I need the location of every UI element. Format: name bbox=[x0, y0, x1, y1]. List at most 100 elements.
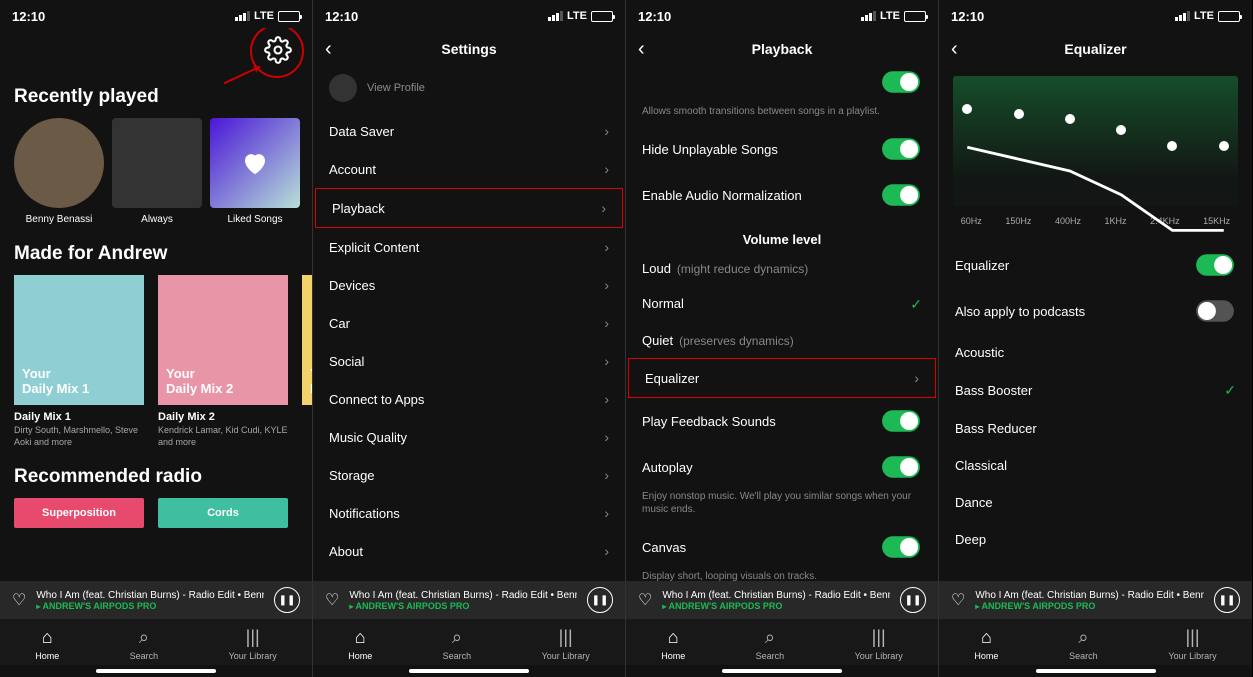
volume-quiet[interactable]: Quiet(preserves dynamics) bbox=[626, 323, 938, 358]
settings-item-connect-to-apps[interactable]: Connect to Apps› bbox=[313, 380, 625, 418]
recommended-radio-title: Recommended radio bbox=[0, 452, 312, 494]
now-playing-bar[interactable]: ♡ Who I Am (feat. Christian Burns) - Rad… bbox=[0, 581, 312, 619]
settings-item-notifications[interactable]: Notifications› bbox=[313, 494, 625, 532]
recently-played-item[interactable]: Always bbox=[112, 118, 202, 225]
back-icon[interactable]: ‹ bbox=[951, 38, 958, 61]
screen-equalizer: 12:10LTE ‹Equalizer 60Hz150Hz400Hz1KHz2.… bbox=[939, 0, 1252, 677]
heart-icon[interactable]: ♡ bbox=[951, 590, 965, 610]
volume-level-title: Volume level bbox=[626, 218, 938, 251]
screen-playback: 12:10LTE ‹Playback Allows smooth transit… bbox=[626, 0, 939, 677]
recently-played-item[interactable]: Liked Songs bbox=[210, 118, 300, 225]
preset-bass-booster[interactable]: Bass Booster✓ bbox=[939, 371, 1252, 410]
back-icon[interactable]: ‹ bbox=[638, 38, 645, 61]
eq-node[interactable] bbox=[962, 104, 972, 114]
radio-item[interactable]: Cords bbox=[158, 498, 288, 528]
settings-item-account[interactable]: Account› bbox=[313, 150, 625, 188]
signal-icon bbox=[235, 11, 250, 21]
settings-item-social[interactable]: Social› bbox=[313, 342, 625, 380]
toggle-switch[interactable] bbox=[1196, 300, 1234, 322]
heart-icon[interactable]: ♡ bbox=[12, 590, 26, 610]
now-playing-title: Who I Am (feat. Christian Burns) - Radio… bbox=[36, 590, 264, 601]
made-for-title: Made for Andrew bbox=[0, 229, 312, 271]
settings-item-data-saver[interactable]: Data Saver› bbox=[313, 112, 625, 150]
chevron-right-icon: › bbox=[604, 505, 609, 521]
pause-icon[interactable]: ❚❚ bbox=[587, 587, 613, 613]
toggle-switch[interactable] bbox=[882, 536, 920, 558]
settings-item-storage[interactable]: Storage› bbox=[313, 456, 625, 494]
statusbar: 12:10 LTE bbox=[0, 0, 312, 28]
tab-bar: ⌂Home ⌕Search |||Your Library bbox=[0, 619, 312, 665]
profile-row[interactable]: View Profile bbox=[313, 70, 625, 112]
tab-search[interactable]: ⌕Search bbox=[443, 627, 472, 661]
heart-icon[interactable]: ♡ bbox=[638, 590, 652, 610]
toggle-switch[interactable] bbox=[1196, 254, 1234, 276]
daily-mix-item[interactable]: Your Daily Mix 1Daily Mix 1Dirty South, … bbox=[14, 275, 144, 448]
screen-settings: 12:10 LTE ‹ Settings View Profile Data S… bbox=[313, 0, 626, 677]
tab-library[interactable]: |||Your Library bbox=[229, 627, 277, 661]
feedback-row: Play Feedback Sounds bbox=[626, 398, 938, 444]
check-icon: ✓ bbox=[1224, 382, 1236, 399]
settings-item-devices[interactable]: Devices› bbox=[313, 266, 625, 304]
settings-item-about[interactable]: About› bbox=[313, 532, 625, 570]
pause-icon[interactable]: ❚❚ bbox=[900, 587, 926, 613]
tab-search[interactable]: ⌕Search bbox=[756, 627, 785, 661]
equalizer-row[interactable]: Equalizer› bbox=[628, 358, 936, 398]
settings-item-car[interactable]: Car› bbox=[313, 304, 625, 342]
tab-search[interactable]: ⌕Search bbox=[1069, 627, 1098, 661]
tab-home[interactable]: ⌂Home bbox=[348, 627, 372, 661]
now-playing-bar[interactable]: ♡Who I Am (feat. Christian Burns) - Radi… bbox=[626, 581, 938, 619]
eq-node[interactable] bbox=[1065, 114, 1075, 124]
chevron-right-icon: › bbox=[604, 391, 609, 407]
settings-item-playback[interactable]: Playback› bbox=[315, 188, 623, 228]
eq-node[interactable] bbox=[1014, 109, 1024, 119]
chevron-right-icon: › bbox=[604, 277, 609, 293]
tab-home[interactable]: ⌂Home bbox=[661, 627, 685, 661]
chevron-right-icon: › bbox=[604, 239, 609, 255]
radio-item[interactable]: Superposition bbox=[14, 498, 144, 528]
tab-library[interactable]: |||Your Library bbox=[1168, 627, 1216, 661]
tab-home[interactable]: ⌂Home bbox=[35, 627, 59, 661]
volume-normal[interactable]: Normal✓ bbox=[626, 286, 938, 323]
tab-home[interactable]: ⌂Home bbox=[974, 627, 998, 661]
recently-played-item[interactable]: Benny Benassi bbox=[14, 118, 104, 225]
statusbar: 12:10 LTE bbox=[313, 0, 625, 28]
tab-library[interactable]: |||Your Library bbox=[542, 627, 590, 661]
settings-gear-icon[interactable] bbox=[264, 36, 292, 64]
now-playing-bar[interactable]: ♡Who I Am (feat. Christian Burns) - Radi… bbox=[313, 581, 625, 619]
search-icon: ⌕ bbox=[139, 627, 149, 647]
avatar bbox=[329, 74, 357, 102]
preset-deep[interactable]: Deep bbox=[939, 521, 1252, 558]
toggle-switch[interactable] bbox=[882, 410, 920, 432]
heart-icon[interactable]: ♡ bbox=[325, 590, 339, 610]
preset-bass-reducer[interactable]: Bass Reducer bbox=[939, 410, 1252, 447]
toggle-switch[interactable] bbox=[882, 184, 920, 206]
chevron-right-icon: › bbox=[604, 429, 609, 445]
daily-mix-item[interactable]: Y D bbox=[302, 275, 312, 448]
toggle-switch[interactable] bbox=[882, 138, 920, 160]
settings-item-music-quality[interactable]: Music Quality› bbox=[313, 418, 625, 456]
eq-node[interactable] bbox=[1167, 141, 1177, 151]
eq-node[interactable] bbox=[1116, 125, 1126, 135]
chevron-right-icon: › bbox=[604, 123, 609, 139]
settings-item-explicit-content[interactable]: Explicit Content› bbox=[313, 228, 625, 266]
equalizer-graph[interactable] bbox=[953, 76, 1238, 206]
eq-node[interactable] bbox=[1219, 141, 1229, 151]
page-title: Playback bbox=[752, 41, 813, 57]
normalization-row: Enable Audio Normalization bbox=[626, 172, 938, 218]
preset-dance[interactable]: Dance bbox=[939, 484, 1252, 521]
daily-mix-item[interactable]: Your Daily Mix 2Daily Mix 2Kendrick Lama… bbox=[158, 275, 288, 448]
now-playing-bar[interactable]: ♡Who I Am (feat. Christian Burns) - Radi… bbox=[939, 581, 1252, 619]
gapless-toggle-row bbox=[626, 70, 938, 105]
toggle-switch[interactable] bbox=[882, 456, 920, 478]
pause-icon[interactable]: ❚❚ bbox=[1214, 587, 1240, 613]
tab-search[interactable]: ⌕Search bbox=[130, 627, 159, 661]
volume-loud[interactable]: Loud(might reduce dynamics) bbox=[626, 251, 938, 286]
tab-library[interactable]: |||Your Library bbox=[855, 627, 903, 661]
status-time: 12:10 bbox=[12, 9, 45, 24]
back-icon[interactable]: ‹ bbox=[325, 38, 332, 61]
preset-classical[interactable]: Classical bbox=[939, 447, 1252, 484]
pause-icon[interactable]: ❚❚ bbox=[274, 587, 300, 613]
toggle-switch[interactable] bbox=[882, 71, 920, 93]
battery-icon bbox=[278, 11, 300, 22]
chevron-right-icon: › bbox=[604, 161, 609, 177]
